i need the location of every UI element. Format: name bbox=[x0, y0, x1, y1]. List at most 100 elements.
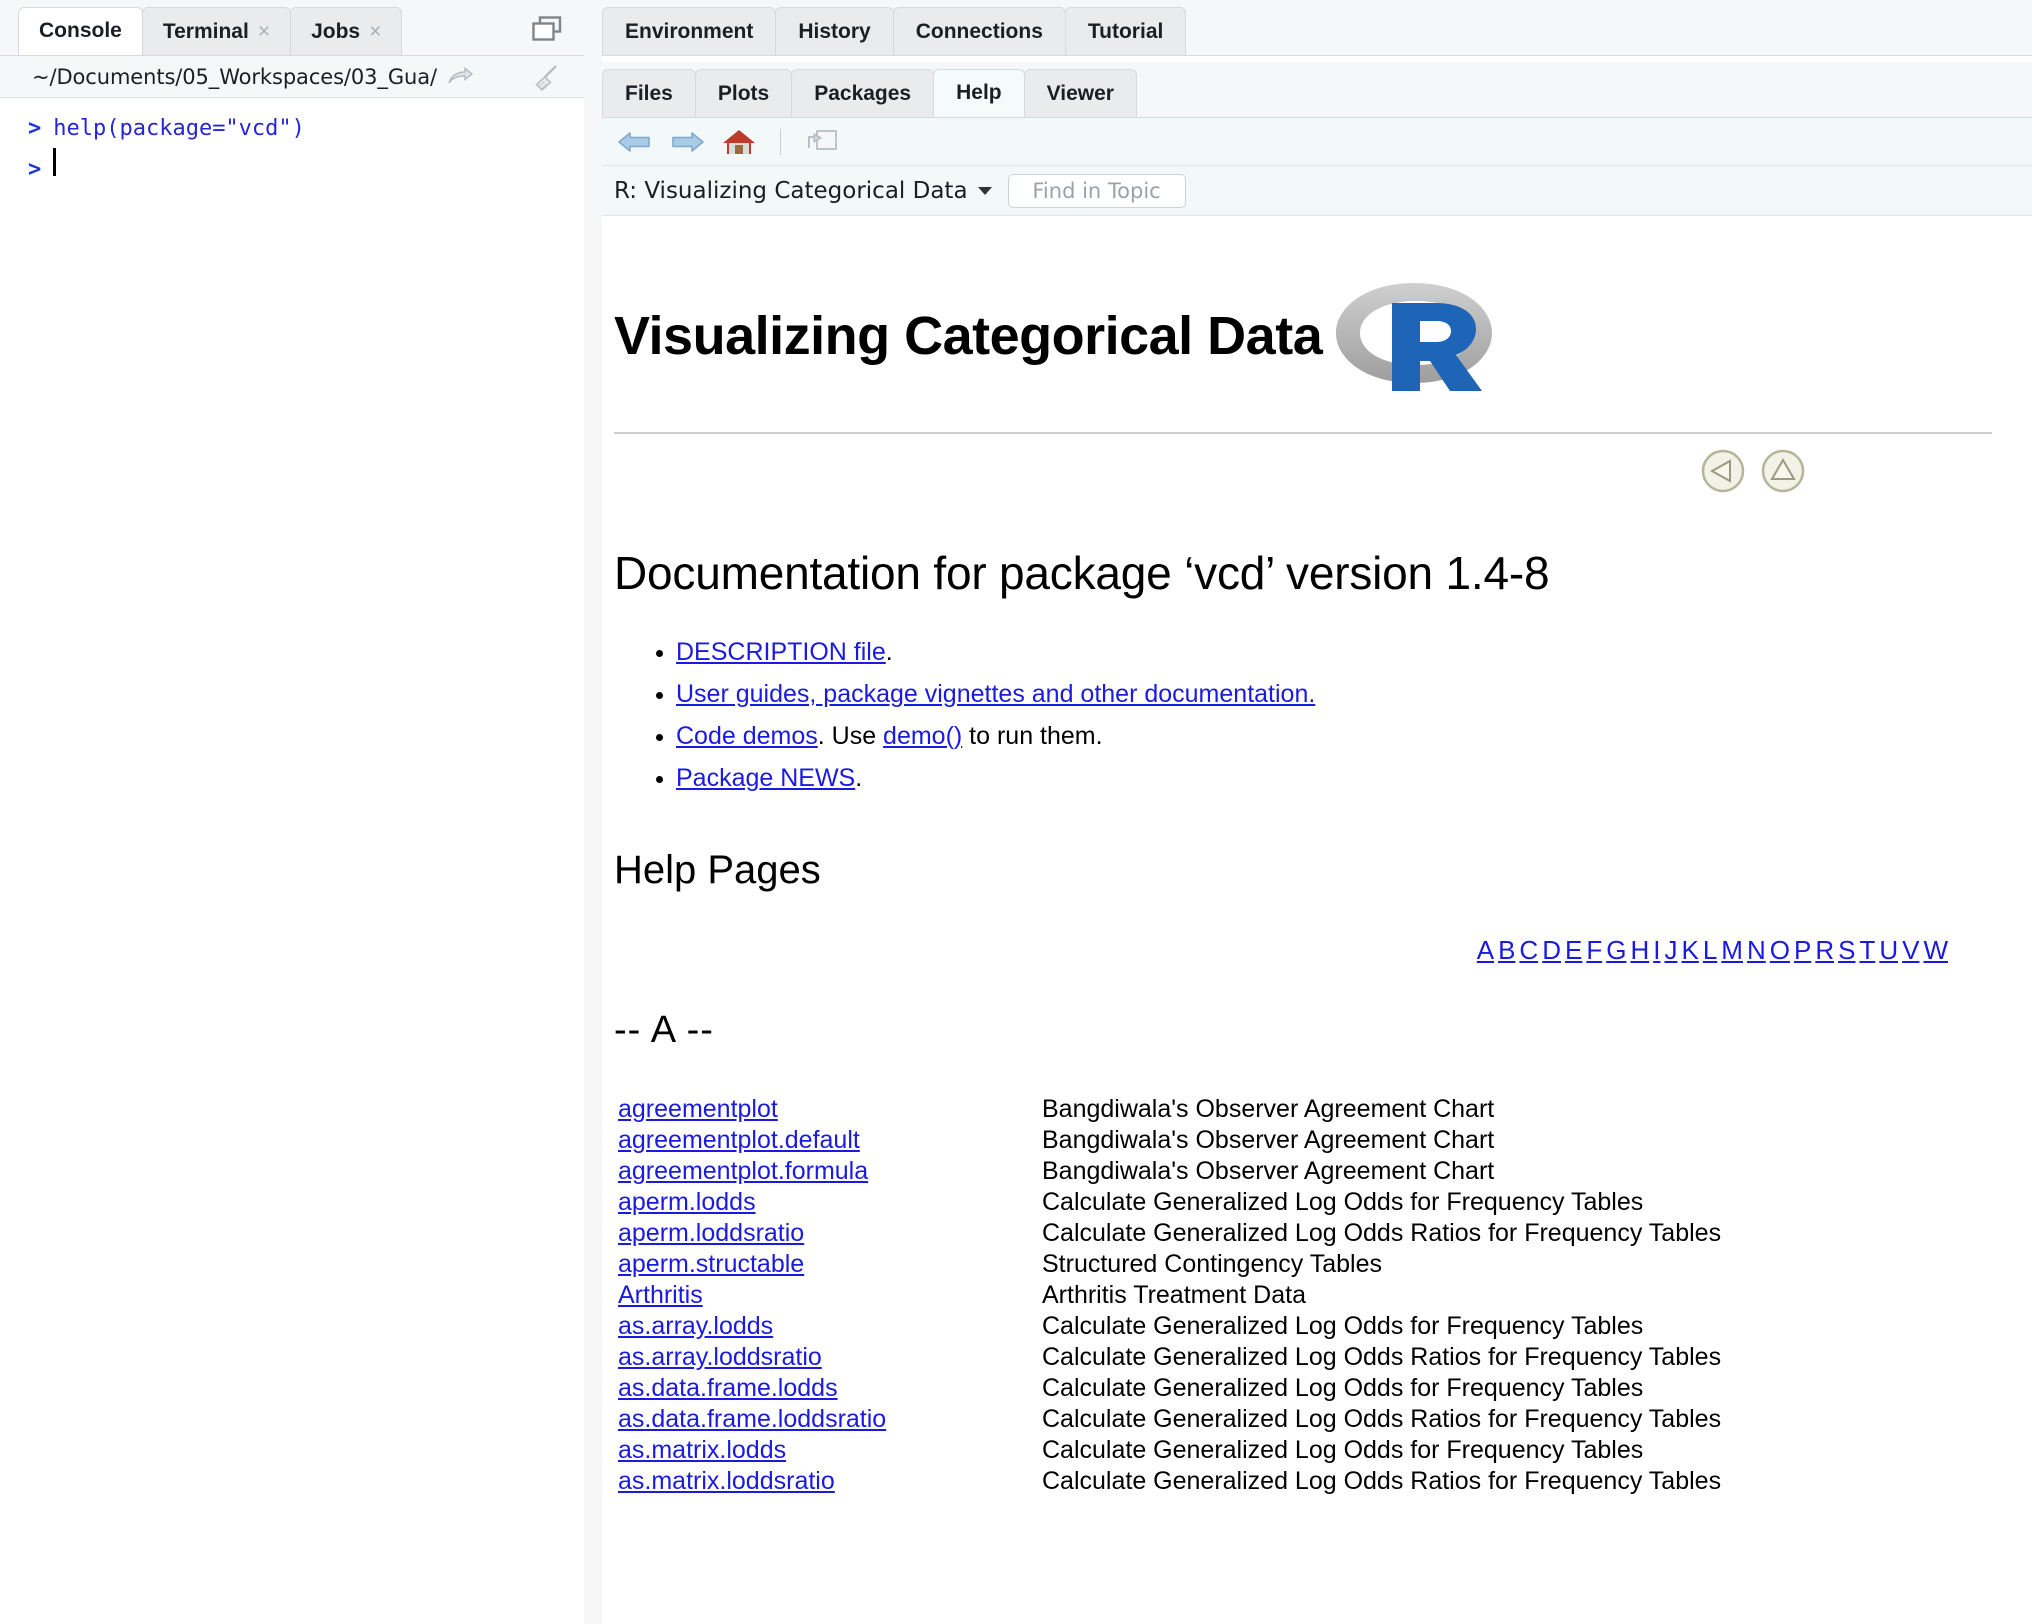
alpha-link-i[interactable]: I bbox=[1653, 935, 1660, 965]
description-file-link[interactable]: DESCRIPTION file bbox=[676, 638, 886, 666]
help-entry-description: Calculate Generalized Log Odds for Frequ… bbox=[1042, 1312, 1644, 1340]
r-logo-icon bbox=[1330, 273, 1498, 400]
alpha-link-b[interactable]: B bbox=[1498, 935, 1515, 965]
help-entry-link[interactable]: Arthritis bbox=[618, 1281, 703, 1309]
console-prompt: > bbox=[28, 116, 42, 141]
tab-plots[interactable]: Plots bbox=[694, 69, 793, 117]
tab-viewer[interactable]: Viewer bbox=[1023, 69, 1137, 117]
document-header: Visualizing Categorical Data bbox=[614, 268, 1992, 404]
table-row: agreementplot.default Bangdiwala's Observ… bbox=[614, 1125, 1992, 1156]
broom-clear-console-icon[interactable] bbox=[532, 63, 562, 93]
help-entry-description: Calculate Generalized Log Odds for Frequ… bbox=[1042, 1374, 1644, 1402]
user-guides-link[interactable]: User guides, package vignettes and other… bbox=[676, 680, 1315, 708]
help-entry-link[interactable]: aperm.lodds bbox=[618, 1188, 756, 1216]
tab-console[interactable]: Console bbox=[18, 7, 143, 55]
help-entry-link[interactable]: agreementplot bbox=[618, 1095, 778, 1123]
alpha-link-d[interactable]: D bbox=[1542, 935, 1561, 965]
alpha-link-o[interactable]: O bbox=[1770, 935, 1790, 965]
tab-terminal[interactable]: Terminal × bbox=[141, 7, 292, 55]
alpha-link-m[interactable]: M bbox=[1721, 935, 1743, 965]
help-entry-link[interactable]: agreementplot.formula bbox=[618, 1157, 868, 1185]
forward-arrow-icon[interactable] bbox=[668, 126, 706, 158]
working-directory-path[interactable]: ~/Documents/05_Workspaces/03_Gua/ bbox=[32, 65, 437, 89]
help-document: Visualizing Categorical Data Documentati… bbox=[602, 224, 2032, 1497]
open-in-new-window-icon[interactable] bbox=[447, 66, 474, 87]
console-output[interactable]: > help(package="vcd") > bbox=[0, 98, 584, 1624]
tab-viewer-label: Viewer bbox=[1046, 81, 1114, 105]
alpha-link-h[interactable]: H bbox=[1630, 935, 1649, 965]
help-document-viewport[interactable]: Visualizing Categorical Data Documentati… bbox=[602, 224, 2032, 1624]
help-entry-name-cell: aperm.loddsratio bbox=[614, 1218, 1042, 1249]
table-row: as.array.loddsratio Calculate Generalized… bbox=[614, 1342, 1992, 1373]
help-entry-link[interactable]: as.array.loddsratio bbox=[618, 1343, 822, 1371]
pane-layout-icon[interactable] bbox=[532, 16, 562, 42]
back-circle-icon[interactable] bbox=[1700, 448, 1746, 494]
tab-environment[interactable]: Environment bbox=[602, 7, 777, 55]
tab-tutorial[interactable]: Tutorial bbox=[1064, 7, 1187, 55]
list-item-suffix: to run them. bbox=[962, 722, 1103, 750]
close-icon[interactable]: × bbox=[369, 21, 381, 42]
code-demos-link[interactable]: Code demos bbox=[676, 722, 818, 750]
pane-splitter[interactable] bbox=[584, 0, 602, 1624]
list-item: DESCRIPTION file. bbox=[676, 632, 1992, 672]
tab-help-label: Help bbox=[956, 81, 1002, 104]
help-find-bar: R: Visualizing Categorical Data bbox=[602, 166, 2032, 216]
help-entry-name-cell: as.array.loddsratio bbox=[614, 1342, 1042, 1373]
help-entry-name-cell: as.array.lodds bbox=[614, 1311, 1042, 1342]
alpha-link-l[interactable]: L bbox=[1703, 935, 1717, 965]
alpha-link-e[interactable]: E bbox=[1565, 935, 1582, 965]
tab-jobs[interactable]: Jobs × bbox=[290, 7, 403, 55]
chevron-down-icon bbox=[977, 186, 992, 195]
alpha-link-f[interactable]: F bbox=[1586, 935, 1602, 965]
help-entry-link[interactable]: as.data.frame.loddsratio bbox=[618, 1405, 886, 1433]
back-arrow-icon[interactable] bbox=[616, 126, 654, 158]
demo-function-link[interactable]: demo() bbox=[883, 722, 962, 750]
console-tab-bar: Console Terminal × Jobs × bbox=[0, 0, 584, 56]
alpha-link-c[interactable]: C bbox=[1519, 935, 1538, 965]
alpha-link-s[interactable]: S bbox=[1838, 935, 1855, 965]
help-entry-link[interactable]: agreementplot.default bbox=[618, 1126, 860, 1154]
tab-connections[interactable]: Connections bbox=[892, 7, 1066, 55]
tab-history[interactable]: History bbox=[775, 7, 894, 55]
show-in-new-window-icon[interactable] bbox=[803, 126, 841, 158]
close-icon[interactable]: × bbox=[258, 21, 270, 42]
list-item-suffix: . bbox=[855, 764, 863, 792]
alpha-link-p[interactable]: P bbox=[1794, 935, 1811, 965]
help-entry-link[interactable]: as.array.lodds bbox=[618, 1312, 773, 1340]
help-entry-link[interactable]: aperm.loddsratio bbox=[618, 1219, 804, 1247]
alpha-link-n[interactable]: N bbox=[1747, 935, 1766, 965]
alpha-link-r[interactable]: R bbox=[1815, 935, 1834, 965]
alpha-link-j[interactable]: J bbox=[1664, 935, 1677, 965]
help-entry-description: Arthritis Treatment Data bbox=[1042, 1281, 1306, 1309]
topic-dropdown[interactable]: R: Visualizing Categorical Data bbox=[614, 178, 992, 204]
home-icon[interactable] bbox=[720, 126, 758, 158]
help-entry-link[interactable]: as.data.frame.lodds bbox=[618, 1374, 838, 1402]
help-entry-link[interactable]: as.matrix.loddsratio bbox=[618, 1467, 835, 1495]
table-row: as.array.lodds Calculate Generalized Log … bbox=[614, 1311, 1992, 1342]
help-pane: Environment History Connections Tutorial… bbox=[602, 0, 2032, 1624]
alpha-link-t[interactable]: T bbox=[1859, 935, 1875, 965]
tab-terminal-label: Terminal bbox=[162, 19, 249, 43]
table-row: aperm.loddsratio Calculate Generalized Lo… bbox=[614, 1218, 1992, 1249]
alpha-link-g[interactable]: G bbox=[1606, 935, 1626, 965]
help-entry-description: Calculate Generalized Log Odds Ratios fo… bbox=[1042, 1343, 1722, 1371]
list-item-suffix: . bbox=[885, 638, 893, 666]
help-entry-description: Calculate Generalized Log Odds Ratios fo… bbox=[1042, 1219, 1722, 1247]
up-circle-icon[interactable] bbox=[1760, 448, 1806, 494]
alpha-link-w[interactable]: W bbox=[1923, 935, 1948, 965]
alpha-link-k[interactable]: K bbox=[1681, 935, 1698, 965]
help-entry-description: Calculate Generalized Log Odds for Frequ… bbox=[1042, 1188, 1644, 1216]
help-entry-link[interactable]: as.matrix.lodds bbox=[618, 1436, 786, 1464]
alpha-link-a[interactable]: A bbox=[1477, 935, 1494, 965]
tab-help[interactable]: Help bbox=[933, 69, 1025, 117]
help-entry-link[interactable]: aperm.structable bbox=[618, 1250, 804, 1278]
tab-files[interactable]: Files bbox=[602, 69, 696, 117]
package-news-link[interactable]: Package NEWS bbox=[676, 764, 855, 792]
alpha-link-u[interactable]: U bbox=[1879, 935, 1898, 965]
tab-packages[interactable]: Packages bbox=[791, 69, 935, 117]
find-in-topic-input[interactable] bbox=[1007, 173, 1186, 208]
alpha-link-v[interactable]: V bbox=[1902, 935, 1919, 965]
console-pane: Console Terminal × Jobs × ~/Documents/05… bbox=[0, 0, 584, 1624]
console-path-bar: ~/Documents/05_Workspaces/03_Gua/ bbox=[0, 56, 584, 98]
table-row: agreementplot Bangdiwala's Observer Agree… bbox=[614, 1094, 1992, 1125]
